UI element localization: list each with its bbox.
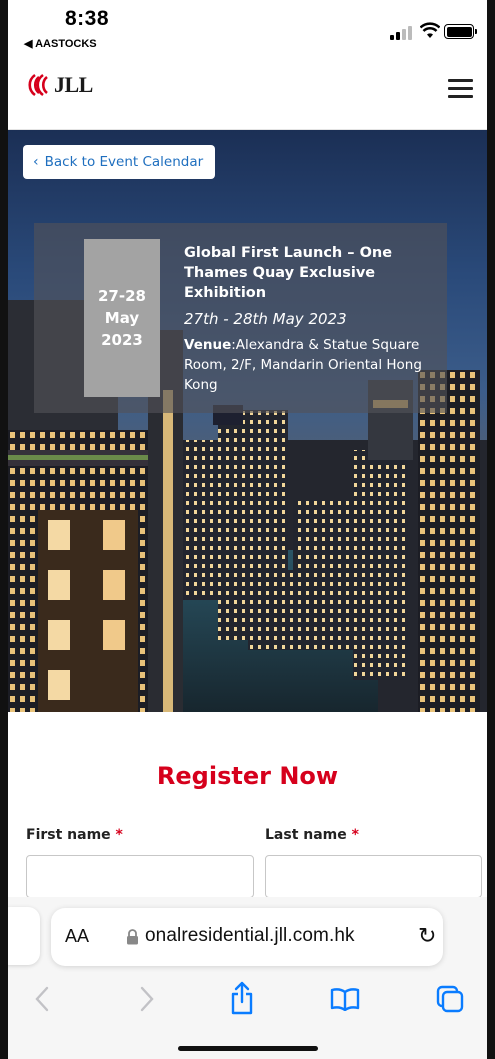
event-dates: 27th - 28th May 2023 xyxy=(184,310,347,328)
event-venue: Venue:Alexandra & Statue Square Room, 2/… xyxy=(184,335,446,395)
share-icon[interactable] xyxy=(230,981,254,1015)
date-badge-month: May xyxy=(104,309,140,327)
required-marker: * xyxy=(351,827,359,843)
register-title: Register Now xyxy=(156,762,339,790)
status-time: 8:38 xyxy=(65,7,110,30)
jll-logo[interactable]: JLL xyxy=(26,72,93,98)
lock-icon xyxy=(127,929,138,945)
menu-icon[interactable] xyxy=(448,79,473,99)
battery-icon xyxy=(444,24,474,39)
back-to-event-calendar-button[interactable]: ‹ Back to Event Calendar xyxy=(23,145,216,179)
bookmarks-icon[interactable] xyxy=(330,987,360,1011)
event-title: Global First Launch – One Thames Quay Ex… xyxy=(184,245,393,301)
signal-icon xyxy=(390,26,414,40)
required-marker: * xyxy=(115,827,123,843)
forward-icon[interactable] xyxy=(139,985,155,1013)
event-date-badge: 27-28 May 2023 xyxy=(84,239,160,397)
venue-label: Venue xyxy=(184,337,232,353)
browser-nav-row xyxy=(8,981,487,1025)
back-icon[interactable] xyxy=(34,985,50,1013)
status-bar: 8:38 ◀ AASTOCKS xyxy=(8,0,487,56)
chevron-left-icon: ‹ xyxy=(33,154,39,170)
previous-tab-pill[interactable] xyxy=(8,907,40,965)
date-badge-year: 2023 xyxy=(101,331,143,349)
phone-screen: 8:38 ◀ AASTOCKS JLL ‹ Back to Event Cale… xyxy=(8,0,487,1059)
home-indicator xyxy=(178,1046,318,1051)
back-button-label: Back to Event Calendar xyxy=(44,154,204,170)
logo-text: JLL xyxy=(54,72,93,97)
url-text: onalresidential.jll.com.hk xyxy=(145,925,355,946)
reload-icon[interactable]: ↻ xyxy=(418,924,436,949)
date-badge-days: 27-28 xyxy=(98,287,146,305)
event-info: Global First Launch – One Thames Quay Ex… xyxy=(184,243,446,395)
tabs-icon[interactable] xyxy=(436,985,464,1013)
city-skyline-illustration xyxy=(8,300,487,712)
wifi-icon xyxy=(420,22,440,38)
back-to-app-link[interactable]: ◀ AASTOCKS xyxy=(24,37,97,50)
browser-toolbar: AA onalresidential.jll.com.hk ↻ xyxy=(8,897,487,1059)
site-header: JLL xyxy=(8,56,487,130)
last-name-field[interactable] xyxy=(265,855,482,898)
reader-options-button[interactable]: AA xyxy=(65,926,89,947)
address-bar[interactable]: AA onalresidential.jll.com.hk ↻ xyxy=(51,908,443,966)
event-card: 27-28 May 2023 Global First Launch – One… xyxy=(34,223,447,413)
first-name-label: First name * xyxy=(26,827,123,843)
jll-logo-mark-icon xyxy=(28,73,48,97)
event-hero-image: ‹ Back to Event Calendar 27-28 May 2023 … xyxy=(8,130,487,712)
first-name-field[interactable] xyxy=(26,855,254,898)
last-name-label: Last name * xyxy=(265,827,359,843)
